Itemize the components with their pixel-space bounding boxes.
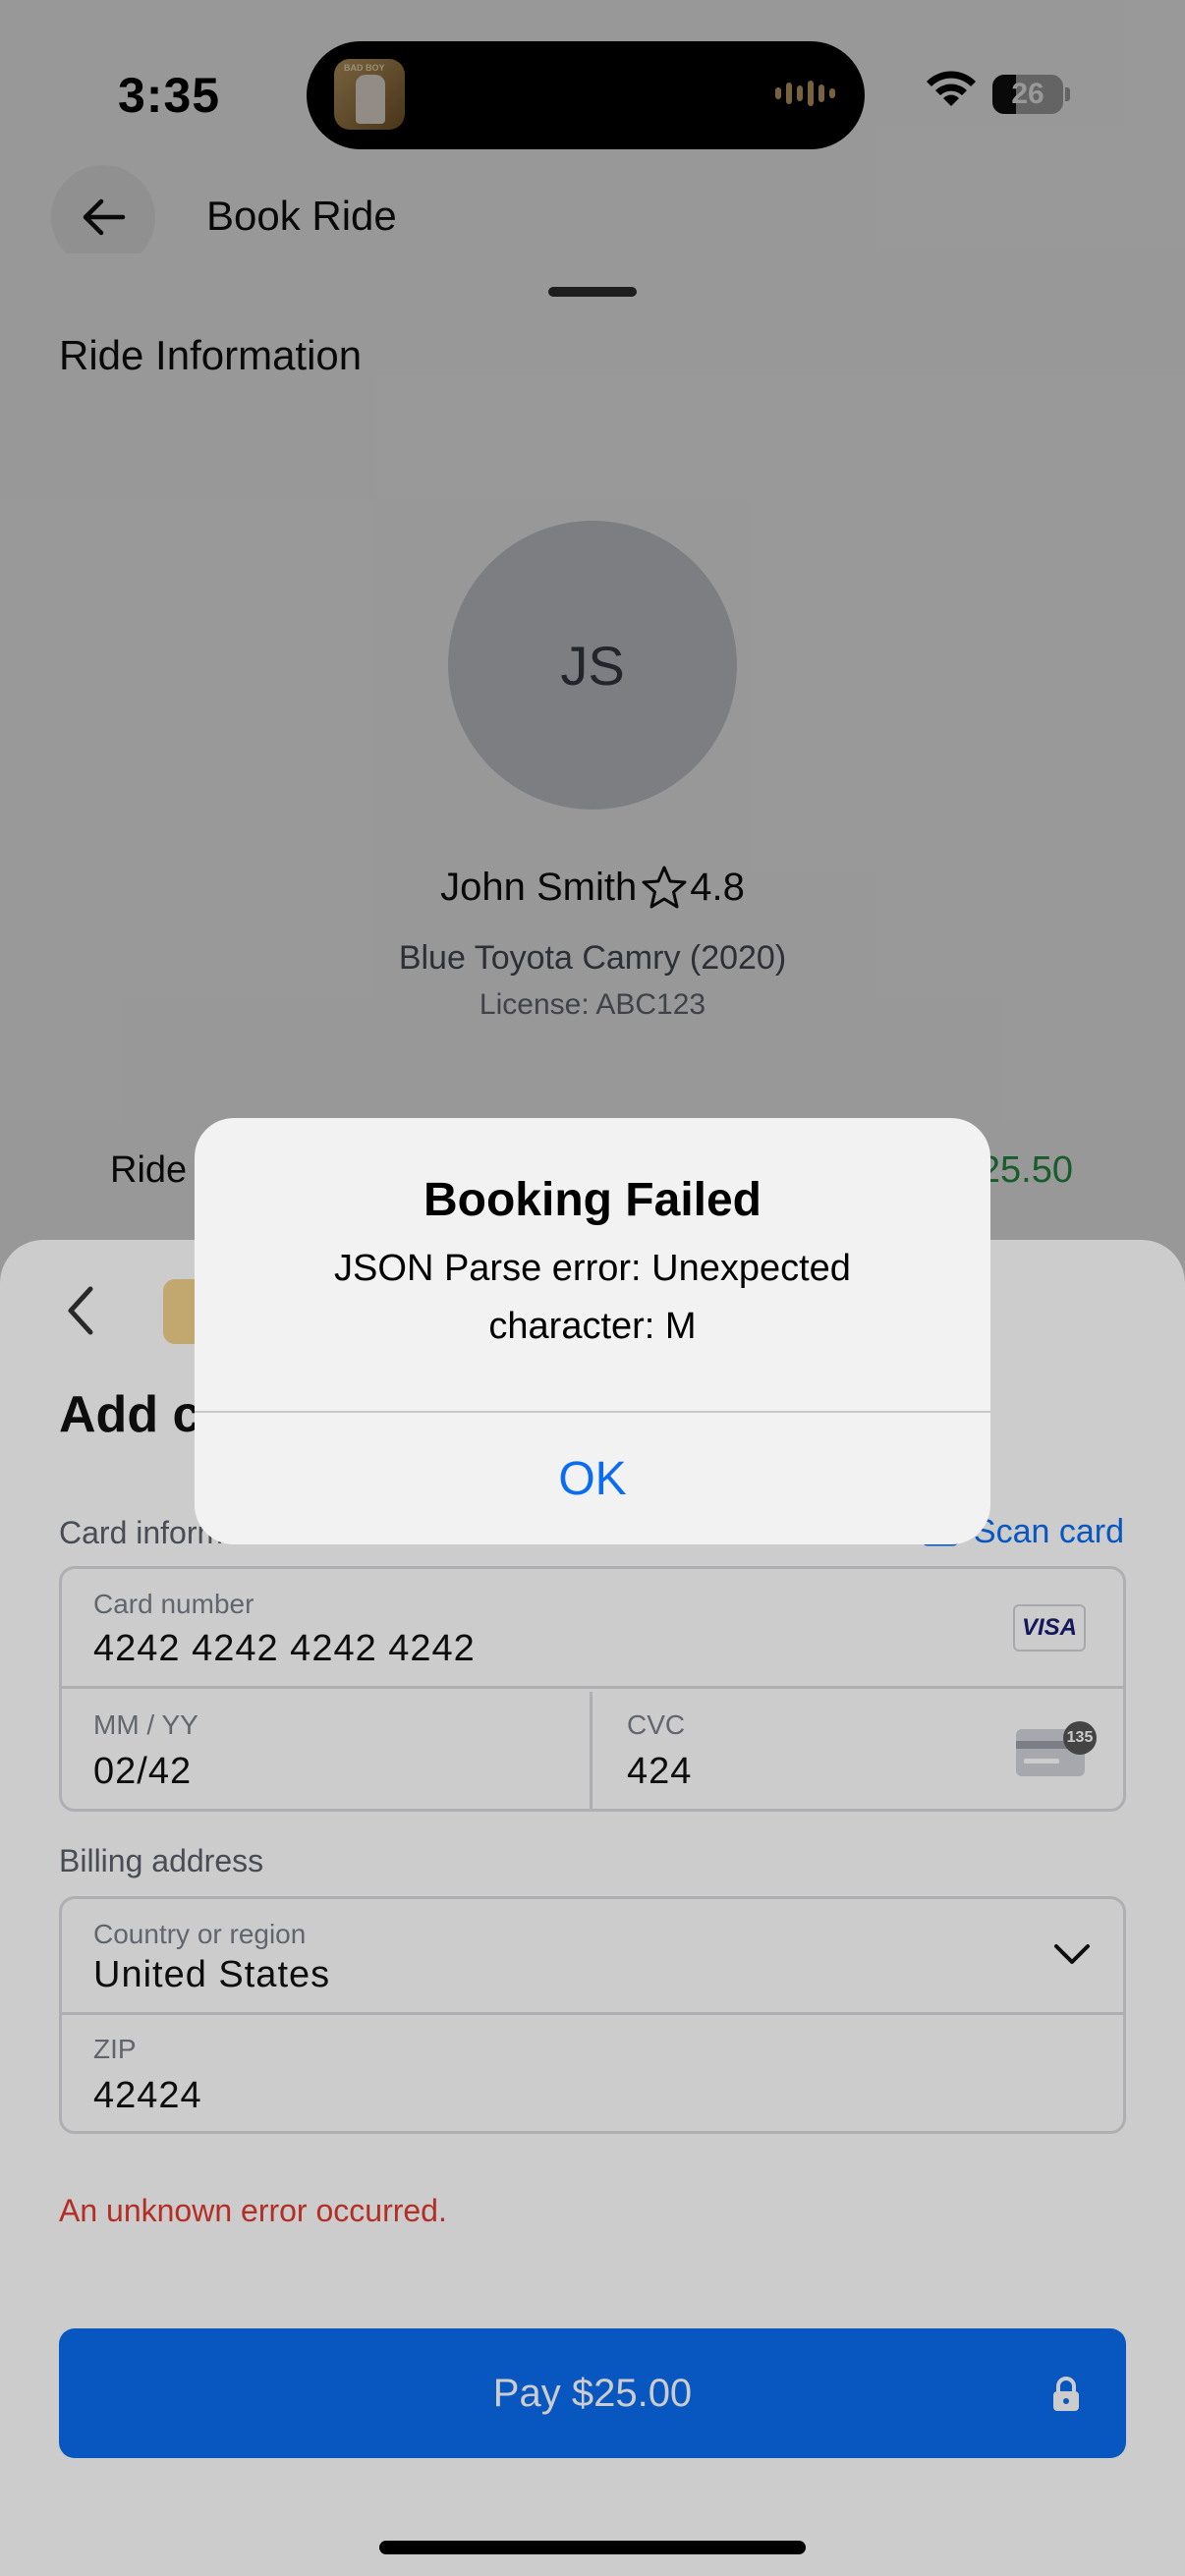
- screen: 3:35 BAD BOY 26 Book Ride Ride Informati…: [0, 0, 1185, 2576]
- alert-title: Booking Failed: [423, 1174, 762, 1226]
- alert-message: JSON Parse error: Unexpected character: …: [334, 1248, 851, 1347]
- alert-ok-label: OK: [558, 1452, 627, 1505]
- booking-failed-alert: Booking Failed JSON Parse error: Unexpec…: [195, 1118, 990, 1544]
- alert-ok-button[interactable]: OK: [195, 1413, 990, 1544]
- home-indicator[interactable]: [379, 2541, 806, 2554]
